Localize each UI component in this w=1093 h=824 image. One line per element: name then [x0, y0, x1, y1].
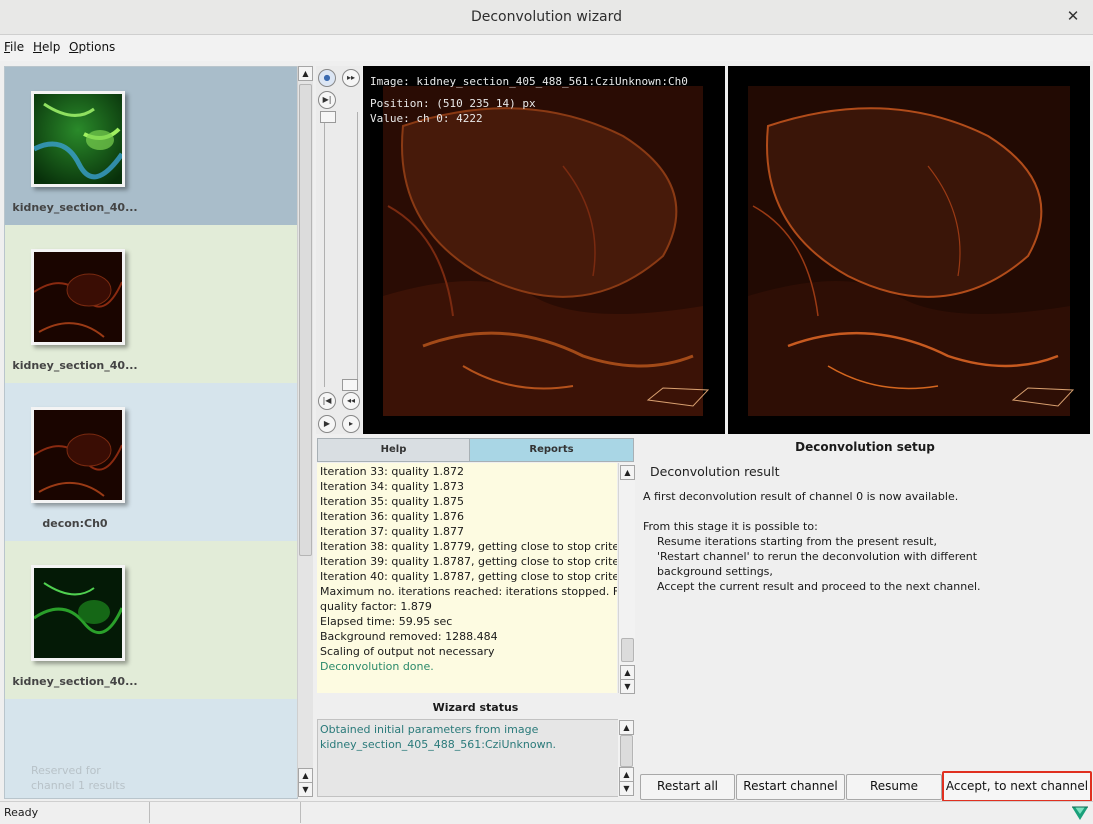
thumbnail-image [31, 565, 125, 661]
menu-file[interactable]: File [4, 40, 24, 54]
reports-scrollbar[interactable]: ▲ ▲ ▼ [618, 463, 635, 694]
accept-next-channel-button[interactable]: Accept, to next channel [942, 771, 1092, 802]
value-overlay: Value: ch 0: 4222 [370, 112, 483, 125]
report-line: Deconvolution done. [320, 660, 434, 673]
scroll-up-icon[interactable]: ▲ [619, 720, 634, 735]
wizard-status-line: kidney_section_405_488_561:CziUnknown. [320, 738, 557, 751]
panel-tab-bar: Help Reports [317, 438, 634, 462]
report-line: Iteration 37: quality 1.877 [320, 525, 464, 538]
report-line: quality factor: 1.879 [320, 600, 432, 613]
window-title: Deconvolution wizard [470, 9, 623, 25]
tab-help[interactable]: Help [317, 438, 470, 462]
status-text: Ready [4, 806, 39, 819]
setup-title: Deconvolution setup [795, 440, 935, 454]
thumbnail-label: decon:Ch0 [42, 517, 108, 530]
menu-options[interactable]: Options [69, 40, 115, 54]
wizard-status-scrollbar[interactable]: ▲ ▲ ▼ [618, 719, 634, 797]
play-pause-icon[interactable]: ▶| [318, 91, 336, 109]
menu-bar: File Help Options [0, 35, 1093, 61]
report-line: Maximum no. iterations reached: iteratio… [320, 585, 617, 598]
image-viewer-original[interactable]: Image: kidney_section_405_488_561:CziUnk… [363, 66, 725, 434]
reserved-placeholder: Reserved for channel 1 results [31, 764, 126, 792]
wizard-status-title: Wizard status [432, 701, 519, 714]
scroll-up-icon[interactable]: ▲ [619, 767, 634, 782]
scroll-down-icon[interactable]: ▼ [619, 781, 634, 796]
status-bar [0, 801, 1093, 824]
tab-reports[interactable]: Reports [469, 438, 634, 462]
report-line: Iteration 36: quality 1.876 [320, 510, 464, 523]
report-line: Iteration 39: quality 1.8787, getting cl… [320, 555, 617, 568]
scroll-up-icon[interactable]: ▲ [298, 66, 313, 81]
result-label: Deconvolution result [650, 464, 780, 479]
setup-line: From this stage it is possible to: [643, 520, 818, 533]
step-next-icon[interactable]: ▸▸ [342, 69, 360, 87]
app-logo-icon [1070, 803, 1090, 821]
scroll-up-icon[interactable]: ▲ [620, 665, 635, 680]
setup-line: Resume iterations starting from the pres… [643, 535, 937, 548]
resume-button[interactable]: Resume [846, 774, 942, 800]
scrollbar-thumb[interactable] [621, 638, 634, 662]
report-line: Iteration 35: quality 1.875 [320, 495, 464, 508]
report-line: Elapsed time: 59.95 sec [320, 615, 453, 628]
scroll-down-icon[interactable]: ▼ [620, 679, 635, 694]
scrollbar-thumb[interactable] [299, 84, 312, 556]
thumbnail-image [31, 407, 125, 503]
image-list-item[interactable]: kidney_section_40... [5, 225, 297, 383]
thumbnail-image [31, 91, 125, 187]
report-line: Iteration 38: quality 1.8779, getting cl… [320, 540, 617, 553]
step-back-icon[interactable]: ◂◂ [342, 392, 360, 410]
slice-slider-track[interactable] [324, 112, 358, 387]
step-forward-icon[interactable]: ▸ [342, 415, 360, 433]
thumbnail-label: kidney_section_40... [12, 675, 138, 688]
scrollbar-thumb[interactable] [620, 735, 633, 767]
report-line: Scaling of output not necessary [320, 645, 495, 658]
reports-log: Iteration 33: quality 1.872 Iteration 34:… [317, 463, 617, 693]
slider-handle-bottom[interactable] [342, 379, 358, 391]
setup-line: Accept the current result and proceed to… [643, 580, 981, 593]
menu-help[interactable]: Help [33, 40, 60, 54]
scroll-down-icon[interactable]: ▼ [298, 782, 313, 797]
wizard-status-line: Obtained initial parameters from image [320, 723, 539, 736]
report-line: Iteration 40: quality 1.8787, getting cl… [320, 570, 617, 583]
thumbnail-image [31, 249, 125, 345]
setup-line: A first deconvolution result of channel … [643, 490, 959, 503]
restart-channel-button[interactable]: Restart channel [736, 774, 845, 800]
scroll-up-icon[interactable]: ▲ [620, 465, 635, 480]
setup-description: A first deconvolution result of channel … [643, 490, 1088, 610]
report-line: Background removed: 1288.484 [320, 630, 498, 643]
image-list-item[interactable]: kidney_section_40... [5, 67, 297, 225]
radio-dot-icon[interactable]: ● [318, 69, 336, 87]
report-line: Iteration 33: quality 1.872 [320, 465, 464, 478]
thumbnail-label: kidney_section_40... [12, 201, 138, 214]
report-line: Iteration 34: quality 1.873 [320, 480, 464, 493]
image-list-scrollbar[interactable]: ▲ ▲ ▼ [297, 66, 313, 797]
image-list-item[interactable]: kidney_section_40... [5, 541, 297, 699]
position-overlay: Position: (510 235 14) px [370, 97, 536, 110]
status-divider [149, 802, 150, 823]
image-viewer-result[interactable] [728, 66, 1090, 434]
restart-all-button[interactable]: Restart all [640, 774, 735, 800]
close-icon[interactable]: ✕ [1061, 4, 1085, 28]
slider-handle-top[interactable] [320, 111, 336, 123]
image-name-overlay: Image: kidney_section_405_488_561:CziUnk… [370, 75, 688, 88]
scroll-up-icon[interactable]: ▲ [298, 768, 313, 783]
status-divider [300, 802, 301, 823]
thumbnail-label: kidney_section_40... [12, 359, 138, 372]
wizard-status-box: Obtained initial parameters from image k… [317, 719, 619, 797]
play-icon[interactable]: ▶ [318, 415, 336, 433]
skip-back-icon[interactable]: |◀ [318, 392, 336, 410]
setup-line: 'Restart channel' to rerun the deconvolu… [643, 550, 978, 563]
image-list-item[interactable]: decon:Ch0 [5, 383, 297, 541]
setup-line: background settings, [643, 565, 773, 578]
image-list-pane: kidney_section_40... kidney_section_40..… [4, 66, 298, 799]
